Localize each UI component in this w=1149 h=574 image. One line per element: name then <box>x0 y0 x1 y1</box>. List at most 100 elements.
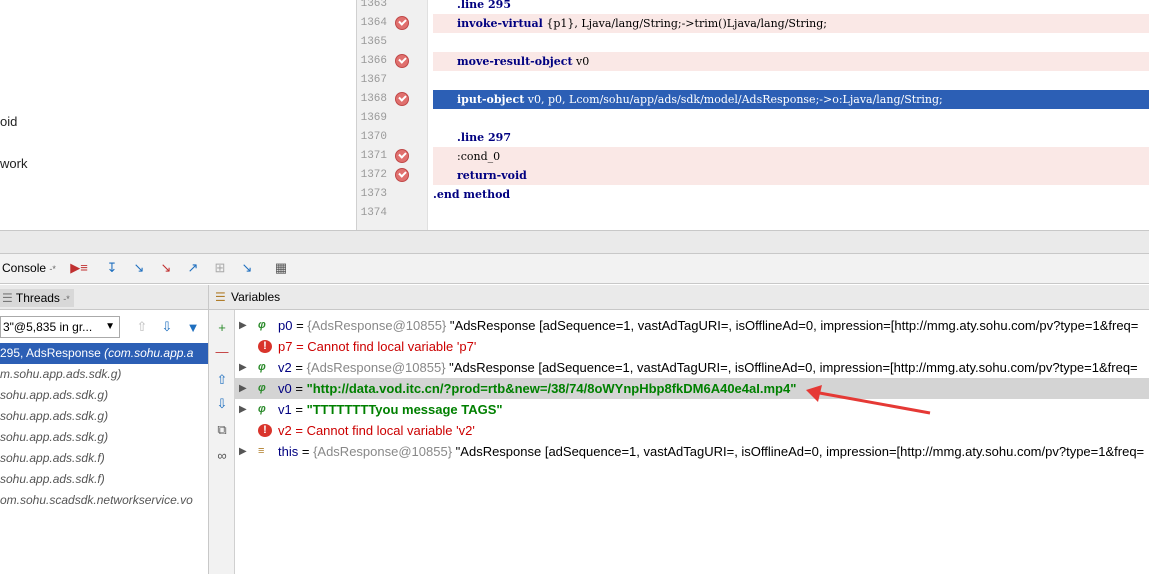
variables-icon: ☰ <box>215 290 226 304</box>
code-keyword: return-void <box>457 169 527 182</box>
code-line[interactable]: 1365 <box>357 33 1149 52</box>
variable-row[interactable]: ▶ φ v2 = {AdsResponse@10855} "AdsResponse … <box>234 357 1149 378</box>
local-variable-icon: φ <box>258 403 266 415</box>
equals-sign: = <box>291 402 307 417</box>
code-line[interactable]: 1366 move-result-object v0 <box>357 52 1149 71</box>
code-editor[interactable]: 1363 .line 295 1364 invoke-virtual {p1}, Lj… <box>356 0 1149 230</box>
variable-value: "AdsResponse [adSequence=1, vastAdTagURI… <box>449 360 1138 375</box>
tab-threads[interactable]: ☰ Threads -* <box>0 289 74 307</box>
variable-value: "AdsResponse [adSequence=1, vastAdTagURI… <box>455 444 1145 459</box>
stack-frame[interactable]: sohu.app.ads.sdk.g) <box>0 385 208 406</box>
evaluate-expression-icon[interactable]: ▦ <box>272 259 290 277</box>
variable-row[interactable]: ▶ φ v1 = "TTTTTTTTyou message TAGS" <box>234 399 1149 420</box>
threads-header: ☰ Threads -* <box>0 285 208 310</box>
frame-method: 295, AdsResponse <box>0 346 105 360</box>
code-line[interactable]: 1374 <box>357 204 1149 223</box>
threads-tab-label: Threads <box>15 291 60 305</box>
line-number: 1373 <box>360 188 387 200</box>
expand-arrow-icon[interactable]: ▶ <box>239 441 247 462</box>
stack-frame[interactable]: sohu.app.ads.sdk.f) <box>0 448 208 469</box>
step-into-icon[interactable]: ↘ <box>130 259 148 277</box>
threads-icon: ☰ <box>2 291 13 305</box>
error-icon: ! <box>258 340 272 353</box>
variable-text: this = {AdsResponse@10855} "AdsResponse … <box>278 441 1144 462</box>
breakpoint-icon[interactable] <box>395 149 409 163</box>
code-text: invoke-virtual {p1}, Ljava/lang/String;-… <box>433 14 1149 33</box>
line-number: 1368 <box>360 93 387 105</box>
thread-selector[interactable]: 3"@5,835 in gr... ▼ <box>0 316 120 338</box>
code-line[interactable]: 1363 .line 295 <box>357 0 1149 14</box>
annotation-arrow <box>806 385 931 415</box>
code-line[interactable]: 1364 invoke-virtual {p1}, Ljava/lang/Stri… <box>357 14 1149 33</box>
variable-text: p0 = {AdsResponse@10855} "AdsResponse [a… <box>278 315 1138 336</box>
variable-name: this <box>278 444 299 459</box>
line-number: 1369 <box>360 112 387 124</box>
variable-text: p7 = Cannot find local variable 'p7' <box>278 336 476 357</box>
variable-value: Cannot find local variable 'v2' <box>306 423 475 438</box>
code-text: return-void <box>433 166 1149 185</box>
code-line[interactable]: 1367 <box>357 71 1149 90</box>
next-frame-icon[interactable]: ⇩ <box>158 318 176 336</box>
line-number: 1363 <box>360 0 387 10</box>
variable-value: "AdsResponse [adSequence=1, vastAdTagURI… <box>449 318 1139 333</box>
force-step-into-icon[interactable]: ↘ <box>157 259 175 277</box>
code-line[interactable]: 1370 .line 297 <box>357 128 1149 147</box>
show-execution-point-icon[interactable]: ▶≡ <box>70 259 88 277</box>
breakpoint-icon[interactable] <box>395 54 409 68</box>
local-variable-icon: φ <box>258 361 266 373</box>
panel-splitter[interactable] <box>0 230 1149 254</box>
variable-text: v1 = "TTTTTTTTyou message TAGS" <box>278 399 503 420</box>
variable-row[interactable]: ! v2 = Cannot find local variable 'v2' <box>234 420 1149 441</box>
frame-package: (com.sohu.app.a <box>104 346 194 360</box>
stack-frame[interactable]: 295, AdsResponse (com.sohu.app.a <box>0 343 208 364</box>
breakpoint-icon[interactable] <box>395 92 409 106</box>
stack-frame[interactable]: sohu.app.ads.sdk.g) <box>0 427 208 448</box>
frame-package: sohu.app.ads.sdk.f) <box>0 451 105 465</box>
stack-frame[interactable]: om.sohu.scadsdk.networkservice.vo <box>0 490 208 511</box>
frame-package: sohu.app.ads.sdk.f) <box>0 472 105 486</box>
drop-frame-icon[interactable]: ⊞ <box>211 259 229 277</box>
thread-selector-value: 3"@5,835 in gr... <box>3 320 93 334</box>
project-item[interactable]: work <box>0 156 27 171</box>
variable-row[interactable]: ▶ φ p0 = {AdsResponse@10855} "AdsResponse … <box>234 315 1149 336</box>
previous-frame-icon[interactable]: ⇧ <box>133 318 151 336</box>
expand-arrow-icon[interactable]: ▶ <box>239 378 247 399</box>
project-item[interactable]: oid <box>0 114 17 129</box>
variables-header: ☰ Variables <box>209 285 1149 310</box>
expand-arrow-icon[interactable]: ▶ <box>239 357 247 378</box>
variable-type: {AdsResponse@10855} <box>306 360 446 375</box>
variable-row[interactable]: ! p7 = Cannot find local variable 'p7' <box>234 336 1149 357</box>
step-out-icon[interactable]: ↗ <box>184 259 202 277</box>
stack-frame[interactable]: sohu.app.ads.sdk.f) <box>0 469 208 490</box>
filter-icon[interactable]: ▼ <box>184 318 202 336</box>
stack-frame[interactable]: m.sohu.app.ads.sdk.g) <box>0 364 208 385</box>
variable-name: v0 <box>278 381 292 396</box>
variable-name: p7 <box>278 339 293 354</box>
code-line[interactable]: 1371:cond_0 <box>357 147 1149 166</box>
line-number: 1364 <box>360 17 387 29</box>
expand-arrow-icon[interactable]: ▶ <box>239 315 247 336</box>
code-keyword: move-result-object <box>457 55 573 68</box>
breakpoint-icon[interactable] <box>395 16 409 30</box>
stack-frame[interactable]: sohu.app.ads.sdk.g) <box>0 406 208 427</box>
frames-panel: ☰ Threads -* 3"@5,835 in gr... ▼ ⇧ ⇩ ▼ 29… <box>0 285 209 574</box>
expand-arrow-icon[interactable]: ▶ <box>239 399 247 420</box>
breakpoint-icon[interactable] <box>395 168 409 182</box>
step-over-icon[interactable]: ↧ <box>103 259 121 277</box>
code-line[interactable]: 1372 return-void <box>357 166 1149 185</box>
equals-sign: = <box>292 339 308 354</box>
tab-console[interactable]: Console -* <box>0 254 62 283</box>
variable-row[interactable]: ▶ φ v0 = "http://data.vod.itc.cn/?prod=rtb… <box>234 378 1149 399</box>
run-to-cursor-icon[interactable]: ↘ <box>238 259 256 277</box>
equals-sign: = <box>291 381 307 396</box>
code-line[interactable]: 1368 iput-object v0, p0, Lcom/sohu/app/ad… <box>357 90 1149 109</box>
project-panel: oid work <box>0 0 356 230</box>
code-line[interactable]: 1369 <box>357 109 1149 128</box>
code-line[interactable]: 1373 .end method <box>357 185 1149 204</box>
equals-sign: = <box>292 318 308 333</box>
code-text: .line 295 <box>457 0 511 11</box>
variable-row[interactable]: ▶ ≡ this = {AdsResponse@10855} "AdsRespons… <box>234 441 1149 462</box>
variable-name: v2 <box>278 423 292 438</box>
line-number: 1374 <box>360 207 387 219</box>
